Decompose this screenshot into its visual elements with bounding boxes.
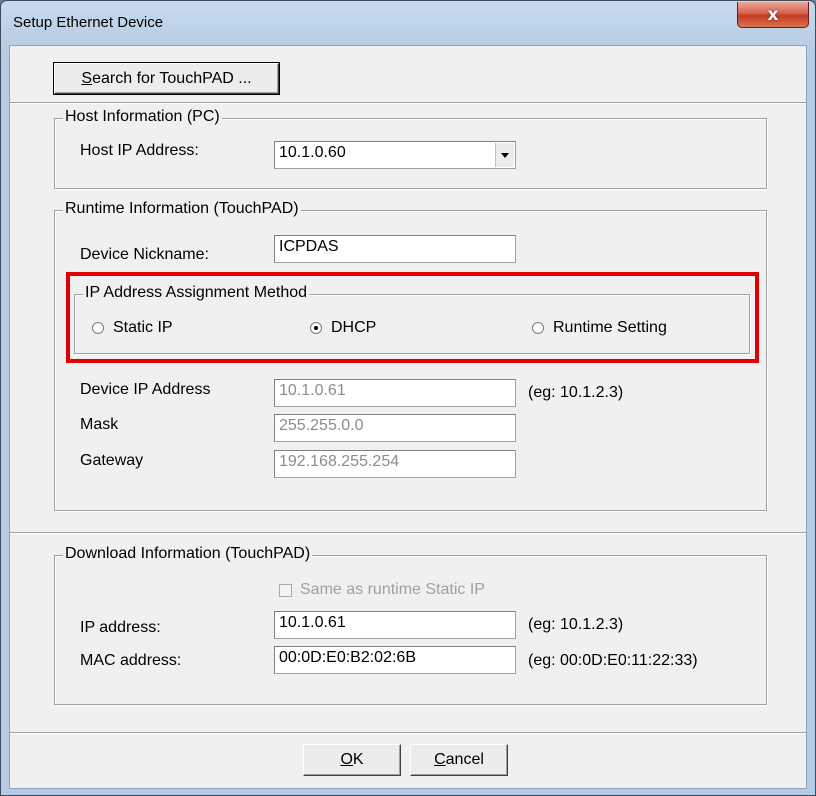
host-ip-value: 10.1.0.60 (279, 144, 346, 161)
host-ip-label: Host IP Address: (80, 142, 199, 159)
title-bar[interactable]: Setup Ethernet Device x (1, 1, 815, 45)
mask-input[interactable]: 255.255.0.0 (274, 414, 516, 442)
dropdown-arrow-button[interactable] (495, 143, 514, 167)
highlight-box (66, 272, 759, 363)
host-info-legend: Host Information (PC) (63, 108, 222, 126)
separator-bottom (10, 732, 806, 734)
ok-accel-letter: O (340, 751, 353, 768)
search-touchpad-label: Search for TouchPAD ... (81, 70, 251, 88)
close-button[interactable]: x (737, 2, 809, 28)
dialog-client-area: Search for TouchPAD ... Host Information… (9, 45, 807, 789)
checkbox-icon (279, 583, 292, 597)
device-ip-value: 10.1.0.61 (279, 382, 346, 399)
download-ip-input[interactable]: 10.1.0.61 (274, 611, 516, 639)
runtime-info-legend: Runtime Information (TouchPAD) (63, 200, 301, 218)
mac-address-value: 00:0D:E0:B2:02:6B (279, 649, 416, 666)
dialog-window: Setup Ethernet Device x Search for Touch… (0, 0, 816, 796)
mask-label: Mask (80, 416, 119, 433)
cancel-button[interactable]: Cancel (410, 744, 508, 776)
gateway-input[interactable]: 192.168.255.254 (274, 450, 516, 478)
mac-address-hint: (eg: 00:0D:E0:11:22:33) (528, 652, 698, 669)
host-ip-combobox[interactable]: 10.1.0.60 (274, 141, 516, 169)
download-info-legend: Download Information (TouchPAD) (63, 545, 313, 563)
device-nickname-label: Device Nickname: (80, 246, 209, 263)
search-accel-letter: S (81, 69, 93, 87)
separator-middle (10, 532, 806, 534)
same-as-runtime-checkbox[interactable]: Same as runtime Static IP (279, 581, 485, 599)
device-ip-input[interactable]: 10.1.0.61 (274, 379, 516, 407)
mac-address-input[interactable]: 00:0D:E0:B2:02:6B (274, 646, 516, 674)
chevron-down-icon (501, 152, 509, 158)
gateway-value: 192.168.255.254 (279, 453, 400, 470)
separator-top (10, 102, 806, 104)
cancel-button-label: Cancel (434, 751, 484, 769)
mac-address-label: MAC address: (80, 652, 182, 669)
gateway-label: Gateway (80, 452, 144, 469)
device-nickname-input[interactable]: ICPDAS (274, 235, 516, 263)
ok-label-rest: K (352, 751, 364, 768)
ok-button-label: OK (340, 751, 363, 769)
device-ip-label: Device IP Address (80, 381, 211, 398)
download-ip-label: IP address: (80, 619, 161, 636)
search-touchpad-button[interactable]: Search for TouchPAD ... (53, 62, 280, 95)
device-ip-hint: (eg: 10.1.2.3) (528, 384, 624, 401)
window-title: Setup Ethernet Device (13, 14, 164, 31)
search-label-rest: earch for TouchPAD ... (92, 69, 252, 87)
same-as-runtime-label: Same as runtime Static IP (300, 581, 485, 598)
ok-button[interactable]: OK (303, 744, 401, 776)
close-icon: x (767, 4, 779, 25)
cancel-label-rest: ancel (445, 751, 484, 768)
device-nickname-value: ICPDAS (279, 238, 339, 255)
download-ip-value: 10.1.0.61 (279, 614, 346, 631)
cancel-accel-letter: C (434, 751, 446, 768)
download-ip-hint: (eg: 10.1.2.3) (528, 616, 624, 633)
mask-value: 255.255.0.0 (279, 417, 364, 434)
